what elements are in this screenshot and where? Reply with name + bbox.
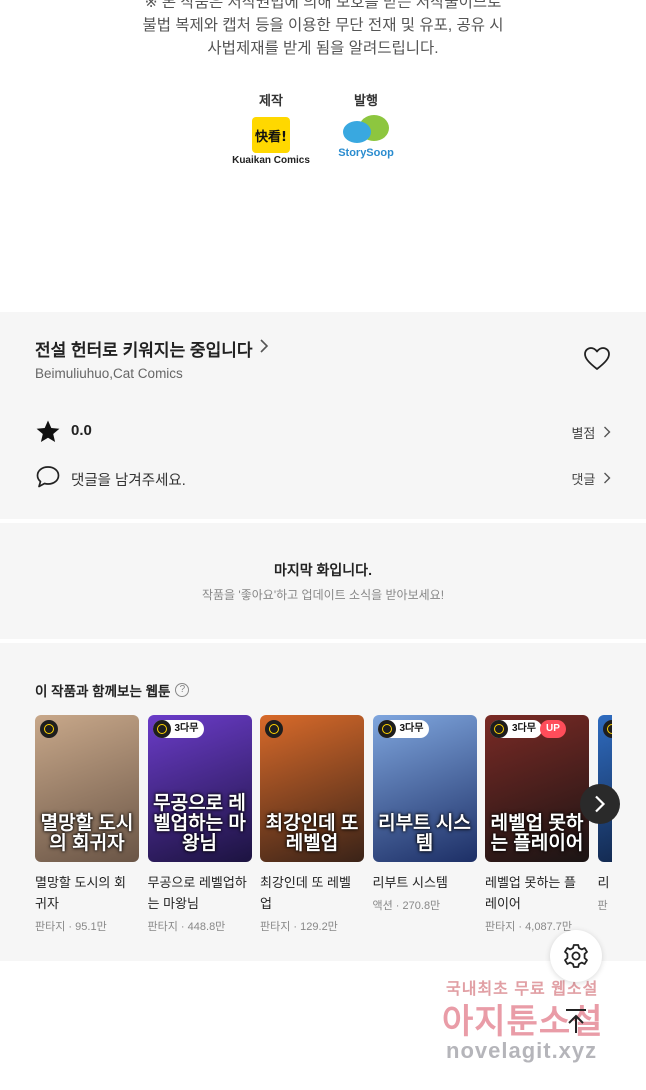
recommendation-carousel: 멸망할 도시의 회귀자 멸망할 도시의 회귀자 판타지 · 95.1만 3다무 무공으로… [35, 715, 612, 955]
storysoop-logo [341, 115, 391, 149]
chevron-right-icon [604, 426, 611, 438]
card-genre: 판타지 [260, 921, 291, 933]
card-title: 리 [597, 875, 610, 890]
cover-title-art: 리부트 시스템 [378, 813, 471, 854]
separator-dot: · [515, 921, 526, 933]
clock-icon [602, 720, 612, 738]
chevron-right-icon [259, 339, 269, 358]
wait-free-badge: 3다무 [377, 720, 430, 738]
kuaikan-logo-text: 快看! [255, 130, 287, 145]
rate-link[interactable]: 별점 [571, 423, 611, 442]
card-meta: 액션 · 270.8만 [373, 897, 477, 913]
card-title: 멸망할 도시의 회귀자 [35, 875, 126, 911]
arrow-up-icon [566, 1009, 586, 1033]
notice-text: ※ 본 작품은 저작권법에 의해 보호를 받는 저작물이므로 불법 복제와 캡처… [0, 0, 646, 60]
help-icon[interactable]: ? [175, 683, 190, 697]
site-watermark: 국내최초 무료 웹소설 아지툰소설 novelagit.xyz [440, 972, 640, 1082]
comment-row[interactable]: 댓글을 남겨주세요. 댓글 [35, 464, 611, 490]
card-genre: 판 [597, 900, 608, 912]
work-title: 전설 헌터로 키워지는 중입니다 [35, 341, 253, 360]
publisher-credit: 발행 StorySoop [321, 90, 411, 159]
notice-line: ※ 본 작품은 저작권법에 의해 보호를 받는 저작물이므로 [144, 0, 502, 11]
scroll-to-top-button[interactable] [558, 1003, 594, 1039]
notice-line: 사법제재를 받게 됨을 알려드립니다. [207, 40, 439, 57]
separator-dot: · [177, 921, 188, 933]
card-meta: 판타지 · 448.8만 [148, 918, 252, 934]
up-badge: UP [540, 720, 566, 738]
card-meta: 판타지 · 129.2만 [260, 918, 364, 934]
last-episode-title: 마지막 화입니다. [274, 562, 372, 578]
settings-button[interactable] [550, 930, 602, 982]
recommendations-panel: 이 작품과 함께보는 웹툰 ? 멸망할 도시의 회귀자 멸망할 도시의 회귀자 판타… [0, 643, 646, 961]
rate-link-label: 별점 [571, 426, 596, 441]
clock-icon [40, 720, 58, 738]
separator-dot: · [392, 900, 403, 912]
cover-thumbnail: 최강인데 또 레벨업 [260, 715, 364, 862]
card-views: 270.8만 [402, 900, 441, 912]
speech-bubble-icon [35, 464, 61, 490]
card-genre: 판타지 [35, 921, 66, 933]
recommendation-card[interactable]: 3다무 UP 레벨업 못하는 플레이어 레벨업 못하는 플레이어 판타지 · 4,087… [485, 715, 589, 934]
comments-link[interactable]: 댓글 [571, 469, 611, 488]
recommendation-card[interactable]: 3다무 리부트 시스템 리부트 시스템 액션 · 270.8만 [372, 715, 477, 913]
recommendations-header: 이 작품과 함께보는 웹툰 ? [35, 680, 190, 700]
wait-free-badge: 3다무 [152, 720, 205, 738]
chevron-right-icon [604, 472, 611, 484]
cover-thumbnail: 3다무 UP 레벨업 못하는 플레이어 [485, 715, 589, 862]
recommendation-card[interactable]: 3다무 무공으로 레벨업하는 마왕님 무공으로 레벨업하는 마왕님 판타지 · 448… [147, 715, 252, 934]
card-title: 최강인데 또 레벨업 [260, 875, 351, 911]
cover-title-art: 멸망할 도시의 회귀자 [40, 813, 134, 854]
card-title: 무공으로 레벨업하는 마왕님 [147, 875, 247, 911]
card-genre: 판타지 [147, 921, 178, 933]
card-views: 95.1만 [75, 921, 107, 933]
rating-row: 0.0 별점 [35, 419, 611, 445]
card-views: 129.2만 [300, 921, 338, 933]
recommendation-card[interactable]: 최강인데 또 레벨업 최강인데 또 레벨업 판타지 · 129.2만 [260, 715, 364, 934]
card-genre: 판타지 [485, 921, 516, 933]
cover-title-art: 무공으로 레벨업하는 마왕님 [153, 793, 246, 854]
cover-thumbnail: 3다무무공으로 레벨업하는 마왕님 [147, 715, 252, 862]
kuaikan-logo: 快看! [252, 117, 290, 153]
card-title: 리부트 시스템 [372, 875, 448, 890]
card-genre: 액션 [372, 900, 393, 912]
cover-thumbnail: 멸망할 도시의 회귀자 [35, 715, 139, 862]
work-info-panel: 전설 헌터로 키워지는 중입니다 Beimuliuhuo,Cat Comics … [0, 312, 646, 519]
watermark-line: novelagit.xyz [446, 1038, 598, 1063]
production-name: Kuaikan Comics [232, 155, 310, 166]
cover-title-art: 레벨업 못하는 플레이어 [490, 813, 584, 854]
publisher-label: 발행 [354, 93, 378, 108]
separator-dot: · [65, 921, 76, 933]
star-icon [35, 419, 61, 445]
comments-link-label: 댓글 [571, 472, 596, 487]
card-title: 레벨업 못하는 플레이어 [485, 875, 576, 911]
card-meta: 판 [598, 897, 613, 913]
cover-thumbnail: 3다무리부트 시스템 [372, 715, 477, 862]
separator-dot: · [290, 921, 301, 933]
last-episode-subtitle: 작품을 '좋아요'하고 업데이트 소식을 받아보세요! [201, 588, 445, 602]
gear-icon [564, 944, 588, 968]
rating-value: 0.0 [71, 422, 92, 439]
cover-title-art: 최강인데 또 레벨업 [265, 813, 359, 854]
last-episode-panel: 마지막 화입니다. 작품을 '좋아요'하고 업데이트 소식을 받아보세요! [0, 523, 646, 639]
wait-free-badge: 3다무 [490, 720, 542, 738]
recommendations-title: 이 작품과 함께보는 웹툰 [35, 684, 171, 699]
clock-icon [265, 720, 283, 738]
chevron-right-icon [595, 795, 606, 813]
production-credit: 제작 快看! Kuaikan Comics [226, 90, 316, 166]
work-authors: Beimuliuhuo,Cat Comics [35, 366, 183, 381]
card-meta: 판타지 · 95.1만 [35, 918, 139, 934]
production-label: 제작 [259, 93, 283, 108]
recommendation-card[interactable]: 멸망할 도시의 회귀자 멸망할 도시의 회귀자 판타지 · 95.1만 [35, 715, 139, 934]
card-views: 448.8만 [187, 921, 226, 933]
work-title-link[interactable]: 전설 헌터로 키워지는 중입니다 [35, 336, 269, 361]
notice-line: 불법 복제와 캡처 등을 이용한 무단 전재 및 유포, 공유 시 [142, 17, 504, 34]
carousel-next-button[interactable] [580, 784, 620, 824]
copyright-notice: ※ 본 작품은 저작권법에 의해 보호를 받는 저작물이므로 불법 복제와 캡처… [0, 0, 646, 312]
like-heart-icon[interactable] [583, 345, 611, 373]
comment-prompt: 댓글을 남겨주세요. [71, 473, 186, 489]
